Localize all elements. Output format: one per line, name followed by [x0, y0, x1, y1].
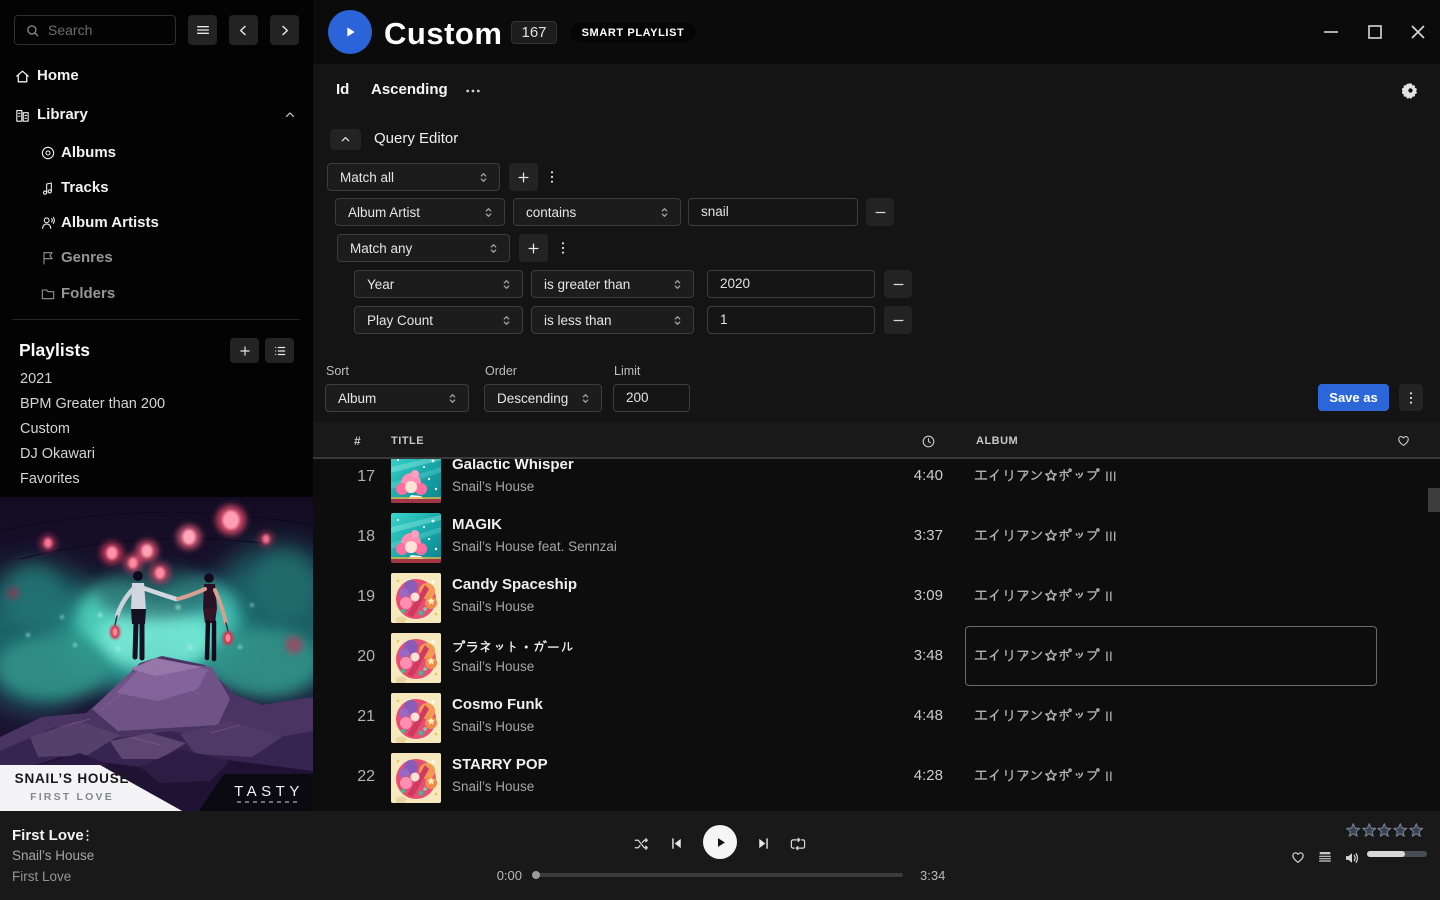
svg-text:FIRST LOVE: FIRST LOVE	[30, 791, 114, 803]
svg-text:TASTY: TASTY	[234, 783, 304, 800]
svg-text:SNAIL’S HOUSE: SNAIL’S HOUSE	[15, 771, 130, 786]
